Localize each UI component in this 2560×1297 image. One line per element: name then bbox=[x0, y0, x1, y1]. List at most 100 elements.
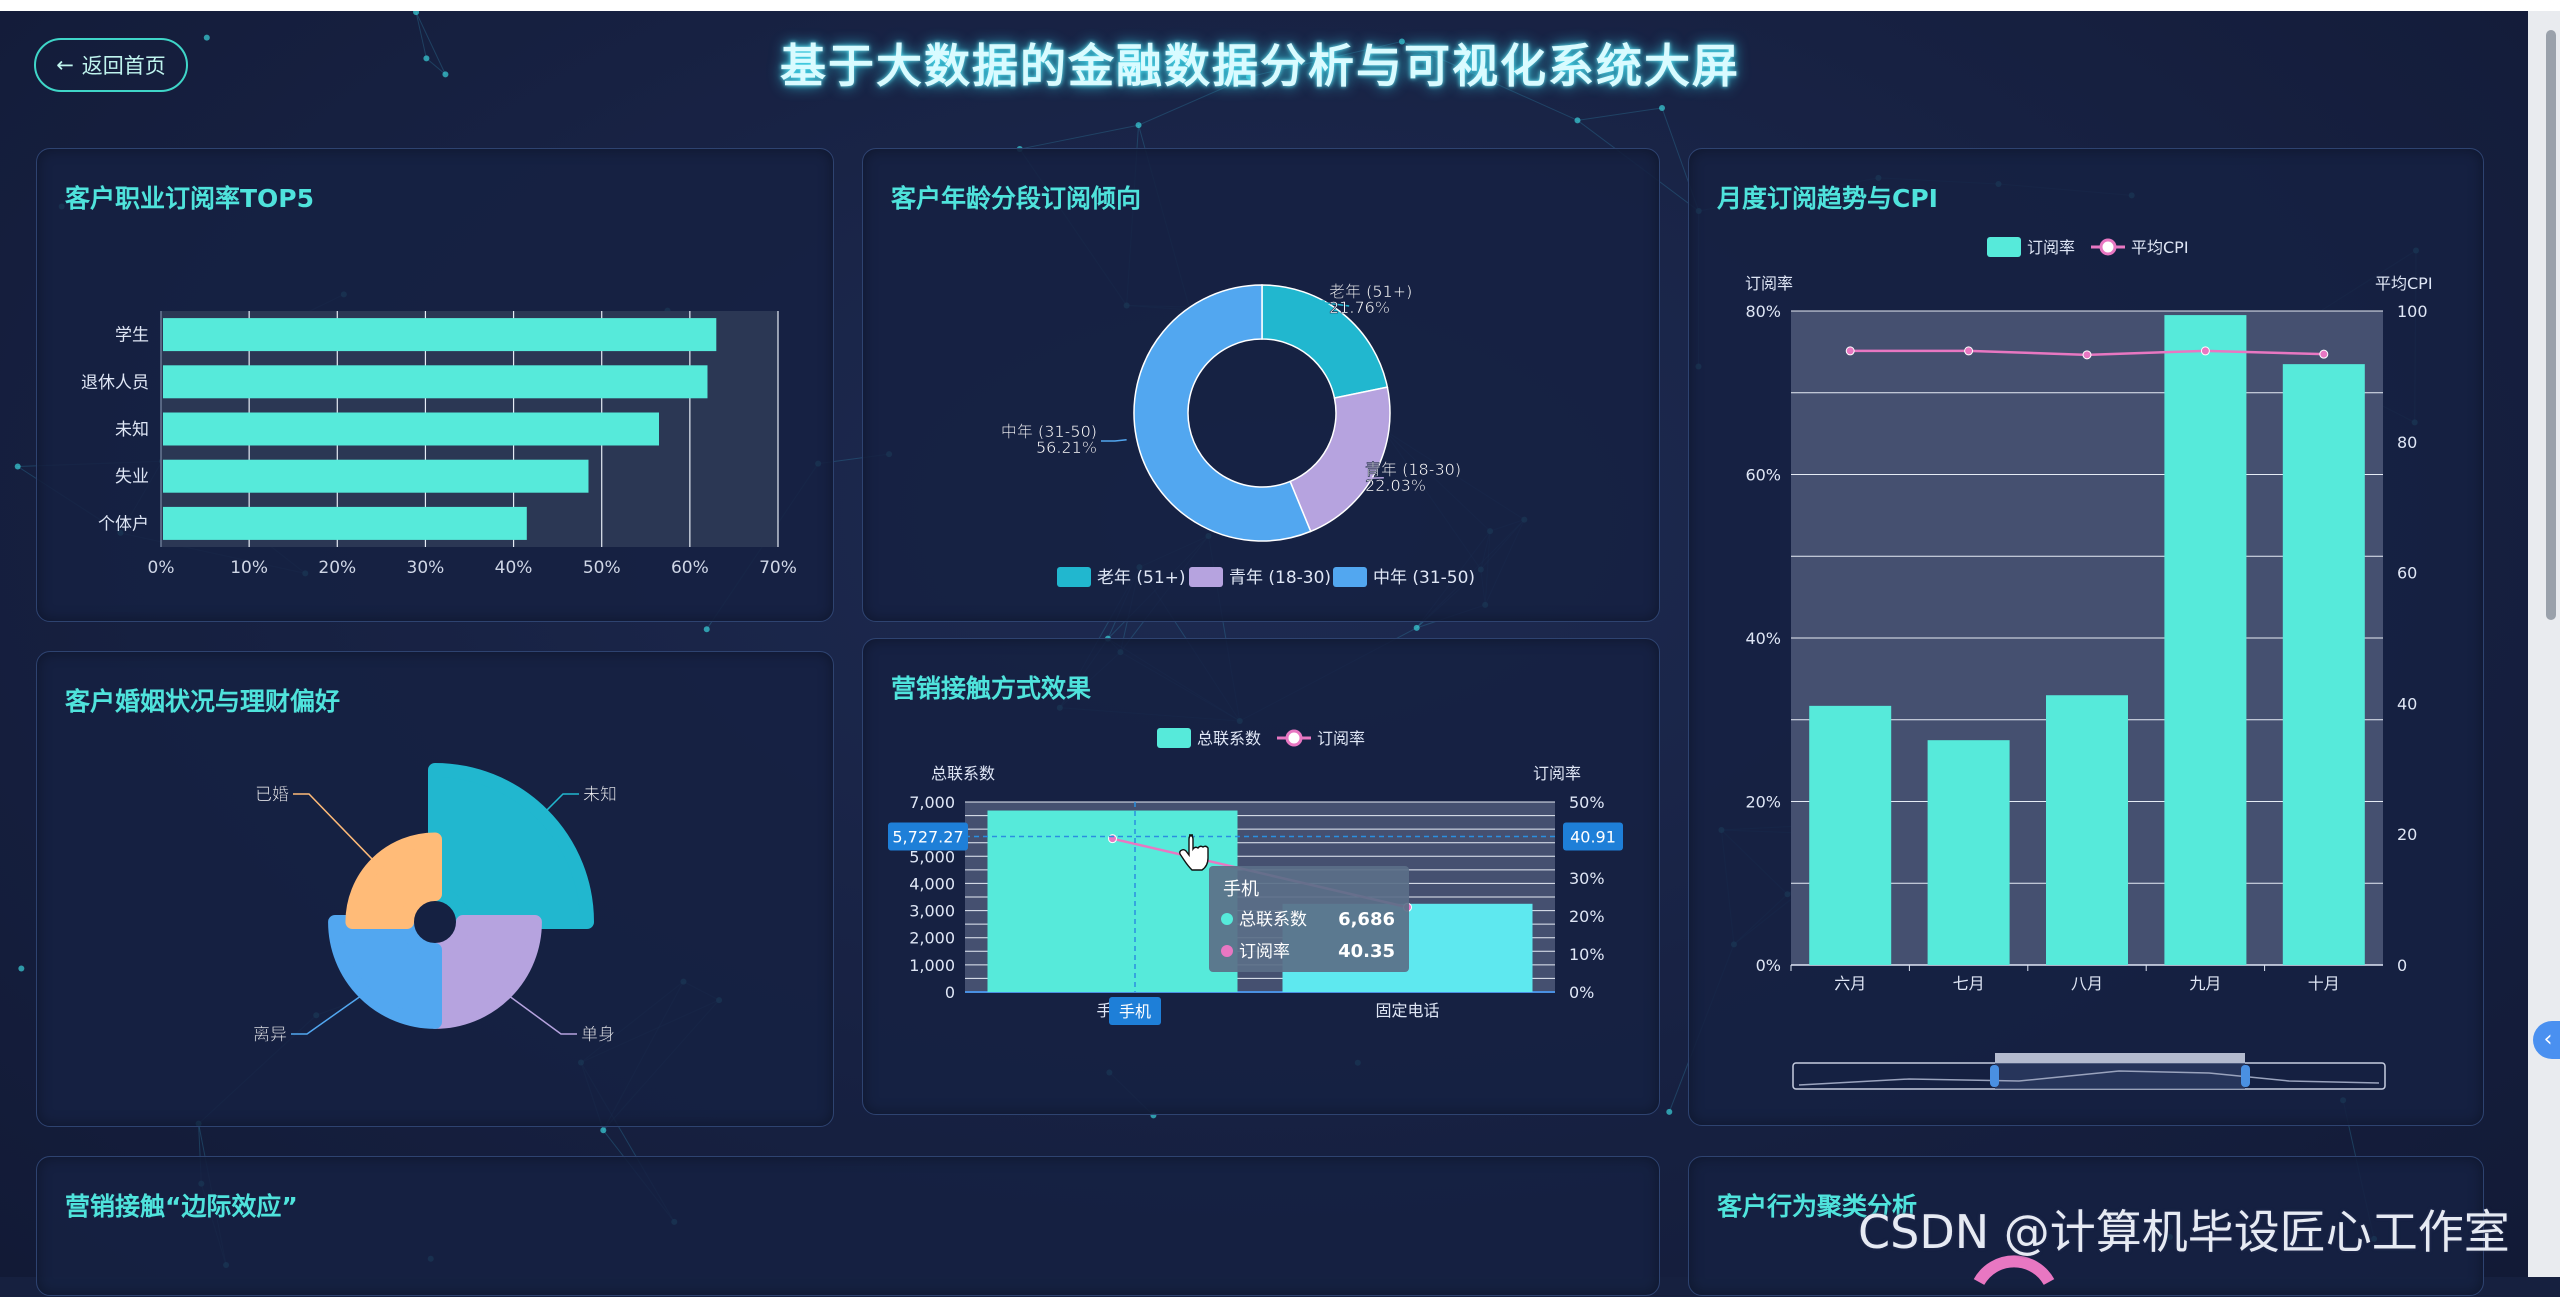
x-tick-label: 20% bbox=[318, 558, 356, 578]
network-node bbox=[18, 965, 24, 971]
cpi-point bbox=[2320, 350, 2328, 358]
bar bbox=[1928, 740, 2010, 965]
slice-name-label: 未知 bbox=[583, 785, 617, 805]
panel-monthly: 月度订阅趋势与CPI 0%20%40%60%80%020406080100订阅率… bbox=[1688, 148, 2484, 1126]
label-leader-line bbox=[545, 794, 579, 812]
marital-chart: 未知单身 离异 已婚 bbox=[37, 652, 835, 1128]
network-node bbox=[15, 463, 21, 469]
tooltip-title: 手机 bbox=[1223, 879, 1259, 900]
crosshair-x-value: 手机 bbox=[1119, 1002, 1151, 1021]
y2-tick-label: 100 bbox=[2397, 302, 2428, 321]
y-tick-label: 0% bbox=[1756, 956, 1781, 975]
cpi-point bbox=[1965, 347, 1973, 355]
bar bbox=[1809, 706, 1891, 965]
cluster-arc bbox=[1979, 1261, 2049, 1282]
slice-name-label: 离异 bbox=[253, 1025, 287, 1045]
panel-marginal: 营销接触“边际效应” bbox=[36, 1156, 1660, 1296]
tooltip-marker bbox=[1221, 913, 1233, 925]
y2-tick-label: 20% bbox=[1569, 907, 1605, 926]
bar bbox=[163, 460, 588, 493]
x-tick-label: 八月 bbox=[2071, 974, 2103, 993]
crosshair-y2-value: 40.91 bbox=[1570, 828, 1616, 847]
legend-label: 老年 (51+) bbox=[1097, 568, 1186, 588]
crosshair-y-value: 5,727.27 bbox=[892, 828, 963, 847]
legend-marker bbox=[1287, 731, 1301, 745]
y-tick-label: 个体户 bbox=[98, 514, 149, 534]
legend-swatch bbox=[1987, 237, 2021, 257]
tooltip-series-name: 订阅率 bbox=[1239, 942, 1290, 962]
y2-tick-label: 0 bbox=[2397, 956, 2407, 975]
zoom-slider-bar bbox=[1995, 1053, 2245, 1063]
panel-marital: 客户婚姻状况与理财偏好 未知单身离异已婚 bbox=[36, 651, 834, 1127]
bar bbox=[163, 318, 716, 351]
x-tick-label: 固定电话 bbox=[1375, 1001, 1439, 1020]
slice-name-label: 已婚 bbox=[255, 785, 289, 805]
tooltip-series-value: 6,686 bbox=[1338, 909, 1395, 930]
cpi-point bbox=[2083, 351, 2091, 359]
panel-title: 营销接触“边际效应” bbox=[65, 1187, 298, 1223]
legend-swatch bbox=[1057, 567, 1091, 587]
y-axis-title: 总联系数 bbox=[931, 764, 995, 783]
legend-swatch bbox=[1189, 567, 1223, 587]
legend-label: 订阅率 bbox=[2027, 238, 2075, 257]
x-tick-label: 十月 bbox=[2308, 974, 2340, 993]
y-tick-label: 失业 bbox=[115, 467, 149, 487]
legend-label: 总联系数 bbox=[1197, 729, 1261, 748]
network-node bbox=[1659, 105, 1665, 111]
slice-name-label: 单身 bbox=[581, 1025, 615, 1045]
bar bbox=[163, 413, 659, 446]
x-tick-label: 九月 bbox=[2189, 974, 2221, 993]
legend-label: 平均CPI bbox=[2131, 238, 2189, 257]
label-leader-line bbox=[508, 995, 577, 1034]
scrollbar-thumb[interactable] bbox=[2546, 30, 2556, 620]
bar bbox=[2046, 695, 2128, 965]
bar bbox=[163, 365, 707, 398]
x-tick-label: 60% bbox=[671, 558, 709, 578]
bar bbox=[2283, 364, 2365, 965]
slice-value-label: 56.21% bbox=[1036, 438, 1097, 457]
y-tick-label: 1,000 bbox=[909, 956, 955, 975]
slice-value-label: 21.76% bbox=[1329, 298, 1390, 317]
x-tick-label: 50% bbox=[583, 558, 621, 578]
zoom-slider-handle bbox=[1990, 1065, 1999, 1087]
y2-tick-label: 50% bbox=[1569, 793, 1605, 812]
panel-age: 客户年龄分段订阅倾向 老年 (51+)21.76%青年 (18-30)22.03… bbox=[862, 148, 1660, 622]
legend-marker bbox=[2101, 240, 2115, 254]
x-tick-label: 0% bbox=[148, 558, 175, 578]
y-tick-label: 未知 bbox=[115, 420, 149, 440]
zoom-slider-handle bbox=[2241, 1065, 2250, 1087]
label-leader-line bbox=[293, 794, 374, 861]
x-tick-label: 10% bbox=[230, 558, 268, 578]
network-node bbox=[704, 626, 710, 632]
legend-swatch bbox=[1157, 728, 1191, 748]
y2-axis-title: 平均CPI bbox=[2375, 274, 2433, 293]
occupation-chart: 0%10%20%30%40%50%60%70%学生退休人员未知失业个体户 bbox=[37, 149, 835, 623]
zoom-slider-window bbox=[1995, 1063, 2245, 1089]
rose-slice bbox=[335, 922, 435, 1022]
y-tick-label: 7,000 bbox=[909, 793, 955, 812]
panel-contact: 营销接触方式效果 01,0002,0003,0004,0005,0006,000… bbox=[862, 638, 1660, 1115]
bar bbox=[163, 507, 527, 540]
y-tick-label: 60% bbox=[1745, 466, 1781, 485]
y2-tick-label: 0% bbox=[1569, 983, 1594, 1002]
label-leader-line bbox=[291, 995, 362, 1034]
age-chart: 老年 (51+)21.76%青年 (18-30)22.03%中年 (31-50)… bbox=[863, 149, 1661, 623]
y-tick-label: 20% bbox=[1745, 793, 1781, 812]
panel-occupation: 客户职业订阅率TOP5 0%10%20%30%40%50%60%70%学生退休人… bbox=[36, 148, 834, 622]
y-tick-label: 2,000 bbox=[909, 929, 955, 948]
tooltip-series-name: 总联系数 bbox=[1239, 910, 1307, 930]
cpi-point bbox=[2201, 347, 2209, 355]
network-line bbox=[1577, 108, 1662, 120]
y-tick-label: 学生 bbox=[115, 326, 149, 346]
tooltip-series-value: 40.35 bbox=[1338, 941, 1395, 962]
network-node bbox=[1666, 1109, 1672, 1115]
x-tick-label: 七月 bbox=[1953, 974, 1985, 993]
y2-tick-label: 20 bbox=[2397, 825, 2417, 844]
rose-slice bbox=[435, 922, 535, 1022]
y-tick-label: 80% bbox=[1745, 302, 1781, 321]
y2-tick-label: 60 bbox=[2397, 564, 2417, 583]
network-line bbox=[1020, 125, 1139, 149]
x-tick-label: 六月 bbox=[1834, 974, 1866, 993]
contact-chart[interactable]: 01,0002,0003,0004,0005,0006,0007,0000%10… bbox=[863, 639, 1661, 1116]
x-tick-label: 30% bbox=[407, 558, 445, 578]
